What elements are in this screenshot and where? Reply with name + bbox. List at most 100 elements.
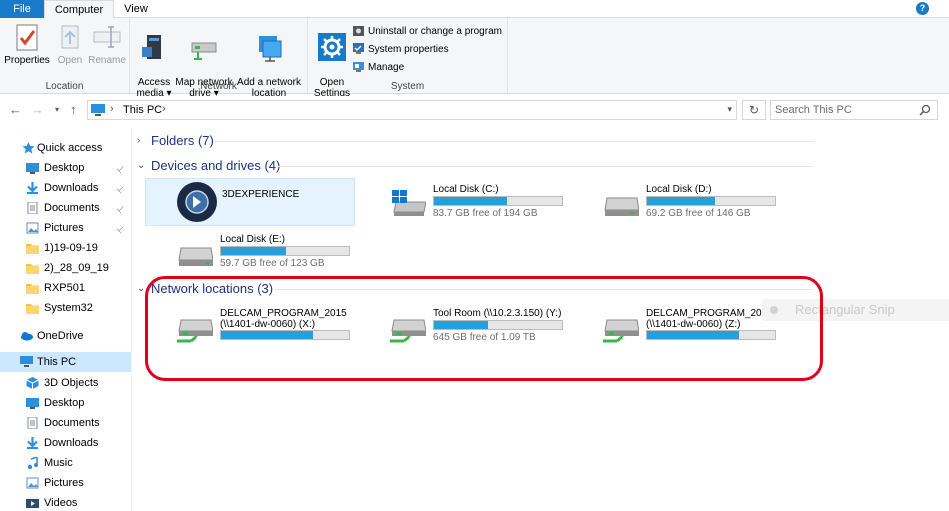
sidebar-item[interactable]: Pictures [0, 473, 131, 493]
onedrive-cloud-icon [21, 332, 33, 341]
download-icon [27, 437, 38, 449]
3dexperience-icon [177, 182, 217, 222]
forward-arrow-icon[interactable]: → [31, 102, 44, 117]
sidebar-label: 2)_28_09_19 [44, 262, 109, 274]
manage-button[interactable]: Manage [352, 60, 404, 76]
sidebar-item-onedrive[interactable]: OneDrive [0, 326, 131, 346]
properties-icon [16, 24, 38, 51]
manage-label: Manage [368, 62, 405, 73]
uninstall-program-button[interactable]: Uninstall or change a program [352, 24, 502, 40]
sidebar-item[interactable]: System32 [0, 298, 131, 318]
drive-name: 3DEXPERIENCE [222, 189, 300, 200]
file-explorer-window: File Computer View ? Properties Open Ren… [0, 0, 949, 511]
drive-usage-bar [646, 196, 776, 206]
sidebar-label: This PC [37, 356, 77, 368]
section-title: Devices and drives (4) [151, 158, 281, 173]
folder-icon [26, 264, 39, 274]
section-divider [278, 166, 813, 167]
back-arrow-icon[interactable]: ← [9, 102, 22, 117]
drive-usage-bar [433, 196, 563, 206]
drive-usage-fill [647, 197, 715, 205]
rename-button[interactable]: Rename [88, 22, 126, 66]
section-title: Folders (7) [151, 133, 214, 148]
drive-3dexperience[interactable]: 3DEXPERIENCE [145, 178, 355, 226]
drive-local-disk-c[interactable]: Local Disk (C:) 83.7 GB free of 194 GB [358, 178, 568, 226]
sidebar-label: OneDrive [37, 330, 84, 342]
section-devices-and-drives[interactable]: ⌄ Devices and drives (4) [133, 156, 813, 176]
sidebar-item[interactable]: 1)19-09-19 [0, 238, 131, 258]
sidebar-item[interactable]: Documents ⊥ [0, 198, 131, 218]
ribbon: Properties Open Rename Location Access m… [0, 18, 949, 99]
system-properties-button[interactable]: System properties [352, 42, 449, 58]
pin-icon[interactable]: ⊥ [111, 179, 131, 199]
this-pc-icon [91, 104, 105, 116]
ribbon-group-location: Properties Open Rename Location [0, 18, 130, 94]
drive-local-disk-d[interactable]: Local Disk (D:) 69.2 GB free of 146 GB [571, 178, 781, 226]
sidebar-item[interactable]: Videos [0, 493, 131, 511]
sidebar-item[interactable]: Music [0, 453, 131, 473]
sidebar-item[interactable]: Documents [0, 413, 131, 433]
tab-view[interactable]: View [114, 0, 158, 18]
pin-icon[interactable]: ⊥ [111, 199, 131, 219]
open-button[interactable]: Open [54, 22, 86, 66]
hard-drive-icon [604, 197, 639, 216]
red-annotation-rectangle [145, 276, 823, 381]
sidebar-label: Videos [44, 497, 78, 509]
sidebar-item[interactable]: Desktop ⊥ [0, 158, 131, 178]
sidebar-item-this-pc[interactable]: This PC [0, 352, 131, 372]
pin-icon[interactable]: ⊥ [111, 219, 131, 239]
hard-drive-icon [178, 247, 213, 266]
open-label: Open [57, 55, 83, 66]
sidebar-label: Quick access [37, 142, 103, 154]
address-row: ← → ▾ ↑ › This PC › ▾ ↻ [0, 96, 949, 124]
breadcrumb-separator-icon[interactable]: › [110, 103, 114, 115]
system-properties-label: System properties [368, 44, 449, 55]
chevron-down-icon[interactable]: ⌄ [137, 156, 145, 176]
sidebar-item-quick-access[interactable]: Quick access [0, 138, 131, 158]
sidebar-label: Documents [44, 202, 100, 214]
drive-free-space: 83.7 GB free of 194 GB [433, 208, 538, 219]
sidebar-item[interactable]: Pictures ⊥ [0, 218, 131, 238]
sidebar-item[interactable]: 2)_28_09_19 [0, 258, 131, 278]
drive-local-disk-e[interactable]: Local Disk (E:) 59.7 GB free of 123 GB [145, 228, 355, 276]
tab-computer[interactable]: Computer [44, 0, 114, 19]
desktop-icon [26, 163, 39, 174]
ribbon-group-network: Access media ▾ Map network drive ▾ Add a… [130, 18, 308, 99]
rename-icon [93, 26, 121, 48]
sidebar-item[interactable]: Downloads [0, 433, 131, 453]
pin-icon[interactable]: ⊥ [111, 159, 131, 179]
breadcrumb-separator-icon[interactable]: › [162, 103, 166, 115]
uninstall-label: Uninstall or change a program [368, 26, 502, 37]
sidebar-item[interactable]: Desktop [0, 393, 131, 413]
recent-locations-chevron-icon[interactable]: ▾ [55, 105, 59, 114]
refresh-button[interactable]: ↻ [742, 100, 766, 120]
sidebar-item[interactable]: Downloads ⊥ [0, 178, 131, 198]
sidebar-item[interactable]: 3D Objects [0, 373, 131, 393]
up-arrow-icon[interactable]: ↑ [70, 102, 77, 117]
chevron-right-icon[interactable]: › [137, 131, 140, 151]
address-bar[interactable]: › This PC › ▾ [87, 100, 737, 120]
sidebar-label: RXP501 [44, 282, 85, 294]
address-dropdown-icon[interactable]: ▾ [727, 104, 732, 115]
star-icon [22, 142, 35, 154]
section-folders[interactable]: › Folders (7) [133, 131, 813, 151]
sidebar-item[interactable]: RXP501 [0, 278, 131, 298]
sidebar-label: Documents [44, 417, 100, 429]
search-input[interactable] [771, 101, 911, 119]
sidebar-label: 1)19-09-19 [44, 242, 98, 254]
sidebar-label: 3D Objects [44, 377, 99, 389]
sidebar-label: System32 [44, 302, 93, 314]
search-box[interactable] [770, 100, 938, 120]
search-icon [919, 104, 931, 116]
group-label-network: Network [200, 81, 237, 92]
pictures-icon [26, 477, 39, 489]
map-network-drive-icon [191, 42, 217, 60]
properties-button[interactable]: Properties [4, 22, 50, 66]
properties-label: Properties [4, 55, 50, 66]
system-properties-icon [353, 43, 364, 54]
help-icon[interactable]: ? [916, 2, 929, 15]
drive-free-space: 69.2 GB free of 146 GB [646, 208, 751, 219]
sidebar-label: Downloads [44, 437, 99, 449]
tab-file[interactable]: File [0, 0, 44, 18]
breadcrumb-this-pc[interactable]: This PC [123, 104, 162, 116]
